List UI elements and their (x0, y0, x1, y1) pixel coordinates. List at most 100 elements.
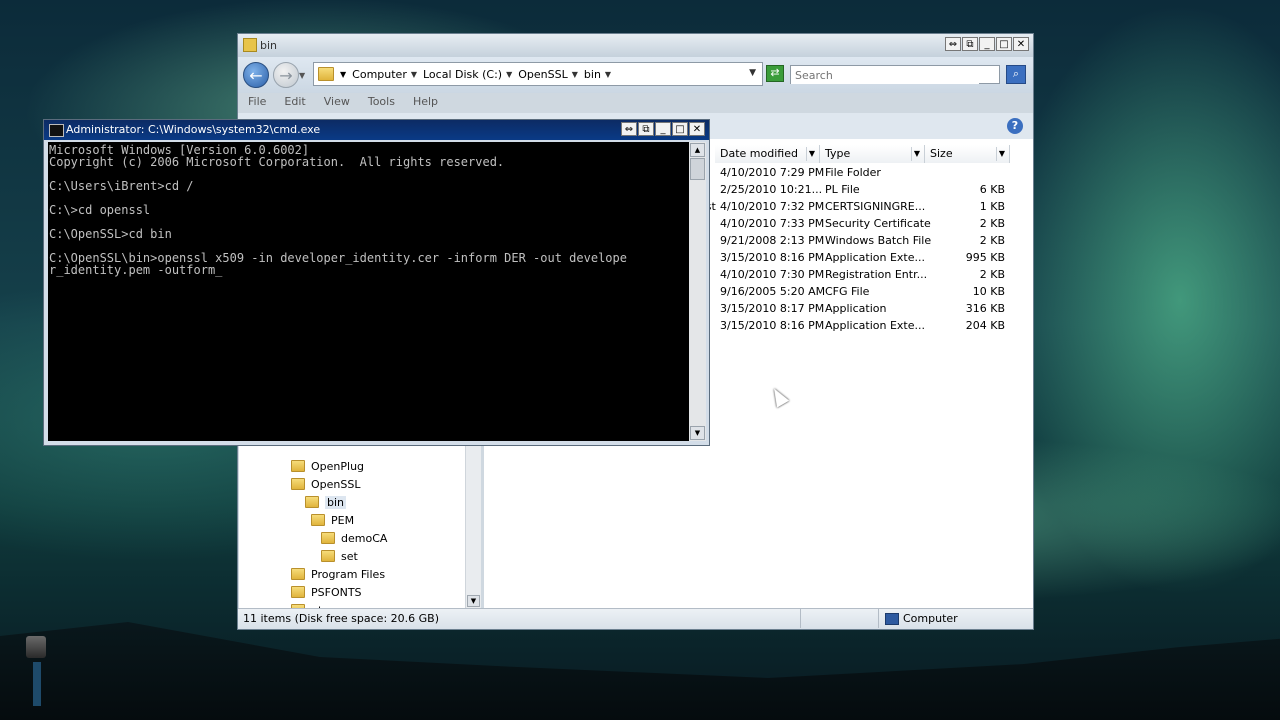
tree-label: demoCA (341, 531, 388, 545)
minimize-button[interactable]: _ (655, 122, 671, 136)
recent-pages-dropdown[interactable]: ▼ (299, 71, 305, 80)
breadcrumb-local-disk[interactable]: Local Disk (C:) ▼ (423, 68, 512, 81)
snap-icon[interactable]: ⧉ (962, 37, 978, 51)
file-date: 4/10/2010 7:32 PM (720, 200, 825, 213)
column-header-type[interactable]: Type ▼ (820, 145, 925, 163)
breadcrumb-computer[interactable]: Computer ▼ (352, 68, 417, 81)
chevron-right-icon[interactable]: ▼ (340, 70, 346, 79)
restore-icon[interactable]: ⇔ (621, 122, 637, 136)
console-output[interactable]: Microsoft Windows [Version 6.0.6002] Cop… (48, 142, 689, 441)
column-label: Date modified (720, 147, 798, 160)
search-icon[interactable]: ⌕ (1006, 65, 1026, 84)
window-controls: ⇔ ⧉ _ □ ✕ (945, 37, 1029, 51)
address-dropdown-icon[interactable]: ▼ (749, 68, 756, 78)
status-location-section: Computer (878, 609, 1019, 628)
console-line: r_identity.pem -outform_ (49, 263, 223, 277)
file-type: Windows Batch File (825, 234, 932, 247)
tree-item-openplug[interactable]: OpenPlug (291, 457, 364, 475)
search-field[interactable] (790, 65, 1000, 84)
file-date: 9/21/2008 2:13 PM (720, 234, 825, 247)
maximize-button[interactable]: □ (672, 122, 688, 136)
address-row: ← → ▼ ▼ Computer ▼ Local Disk (C:) ▼ OpenS… (238, 57, 1033, 93)
refresh-icon[interactable]: ⇄ (766, 65, 784, 82)
scroll-down-icon[interactable]: ▼ (690, 426, 705, 440)
breadcrumb-label: Computer (352, 67, 407, 81)
minimize-button[interactable]: _ (979, 37, 995, 51)
back-arrow-icon[interactable]: ← (243, 62, 269, 88)
chevron-down-icon[interactable]: ▼ (411, 70, 417, 79)
tree-label: PSFONTS (311, 585, 362, 599)
file-type: PL File (825, 183, 860, 196)
chevron-down-icon[interactable]: ▼ (605, 70, 611, 79)
tree-label: PEM (331, 513, 355, 527)
file-size: 2 KB (979, 268, 1005, 281)
menu-help[interactable]: Help (413, 93, 438, 113)
column-header-date[interactable]: Date modified ▼ (715, 145, 820, 163)
breadcrumb-bin[interactable]: bin ▼ (584, 68, 611, 81)
menu-view[interactable]: View (324, 93, 350, 113)
chevron-down-icon[interactable]: ▼ (506, 70, 512, 79)
folder-icon (321, 532, 335, 544)
console-line: C:\OpenSSL>cd bin (49, 227, 172, 241)
file-size: 316 KB (965, 302, 1005, 315)
chevron-down-icon[interactable]: ▼ (996, 147, 1007, 161)
menu-bar: File Edit View Tools Help (238, 93, 1033, 113)
close-button[interactable]: ✕ (689, 122, 705, 136)
menu-tools[interactable]: Tools (368, 93, 395, 113)
breadcrumb-label: bin (583, 67, 601, 81)
tree-label: OpenSSL (311, 477, 361, 491)
cmd-title: Administrator: C:\Windows\system32\cmd.e… (66, 123, 321, 136)
tree-item-pem[interactable]: PEM (311, 511, 354, 529)
breadcrumb-label: Local Disk (C:) (423, 67, 503, 81)
chevron-down-icon[interactable]: ▼ (806, 147, 817, 161)
scroll-thumb[interactable] (690, 158, 705, 180)
restore-icon[interactable]: ⇔ (945, 37, 961, 51)
folder-icon (318, 67, 334, 81)
search-input[interactable] (791, 66, 979, 84)
status-bar: 11 items (Disk free space: 20.6 GB) Comp… (238, 608, 1033, 629)
column-header-size[interactable]: Size ▼ (925, 145, 1010, 163)
file-size: 2 KB (979, 234, 1005, 247)
window-controls: ⇔ ⧉ _ □ ✕ (621, 122, 705, 136)
tree-item-bin[interactable]: bin (305, 493, 347, 511)
explorer-title: bin (260, 39, 278, 52)
chevron-down-icon[interactable]: ▼ (911, 147, 922, 161)
tree-item-openssl[interactable]: OpenSSL (291, 475, 360, 493)
folder-icon (291, 586, 305, 598)
file-date: 3/15/2010 8:17 PM (720, 302, 825, 315)
tree-label: bin (325, 495, 347, 509)
tree-label: OpenPlug (311, 459, 365, 473)
user-avatar-icon (26, 636, 46, 658)
address-bar[interactable]: ▼ Computer ▼ Local Disk (C:) ▼ OpenSSL ▼ bi… (313, 62, 763, 86)
menu-file[interactable]: File (248, 93, 266, 113)
status-section (800, 609, 877, 628)
snap-icon[interactable]: ⧉ (638, 122, 654, 136)
file-type: Registration Entr... (825, 268, 928, 281)
maximize-button[interactable]: □ (996, 37, 1012, 51)
cmd-titlebar[interactable]: Administrator: C:\Windows\system32\cmd.e… (44, 120, 709, 140)
tree-item-psfonts[interactable]: PSFONTS (291, 583, 362, 601)
scroll-down-icon[interactable]: ▼ (467, 595, 480, 607)
console-scrollbar[interactable]: ▲ ▼ (689, 142, 706, 441)
chevron-down-icon[interactable]: ▼ (572, 70, 578, 79)
breadcrumb-openssl[interactable]: OpenSSL ▼ (518, 68, 578, 81)
scroll-up-icon[interactable]: ▲ (690, 143, 705, 157)
file-type: CERTSIGNINGRE... (825, 200, 926, 213)
forward-arrow-icon[interactable]: → (273, 62, 299, 88)
file-size: 2 KB (979, 217, 1005, 230)
menu-edit[interactable]: Edit (284, 93, 305, 113)
folder-icon (291, 478, 305, 490)
explorer-titlebar[interactable]: bin ⇔ ⧉ _ □ ✕ (238, 34, 1033, 57)
file-date: 4/10/2010 7:29 PM (720, 166, 825, 179)
help-icon[interactable]: ? (1007, 118, 1023, 134)
file-date: 4/10/2010 7:33 PM (720, 217, 825, 230)
file-type: Application Exte... (825, 319, 925, 332)
file-date: 9/16/2005 5:20 AM (720, 285, 826, 298)
file-size: 6 KB (979, 183, 1005, 196)
tree-item-set[interactable]: set (321, 547, 358, 565)
tree-item-program-files[interactable]: Program Files (291, 565, 385, 583)
close-button[interactable]: ✕ (1013, 37, 1029, 51)
tree-item-democa[interactable]: demoCA (321, 529, 387, 547)
file-type: CFG File (825, 285, 870, 298)
file-size: 1 KB (979, 200, 1005, 213)
